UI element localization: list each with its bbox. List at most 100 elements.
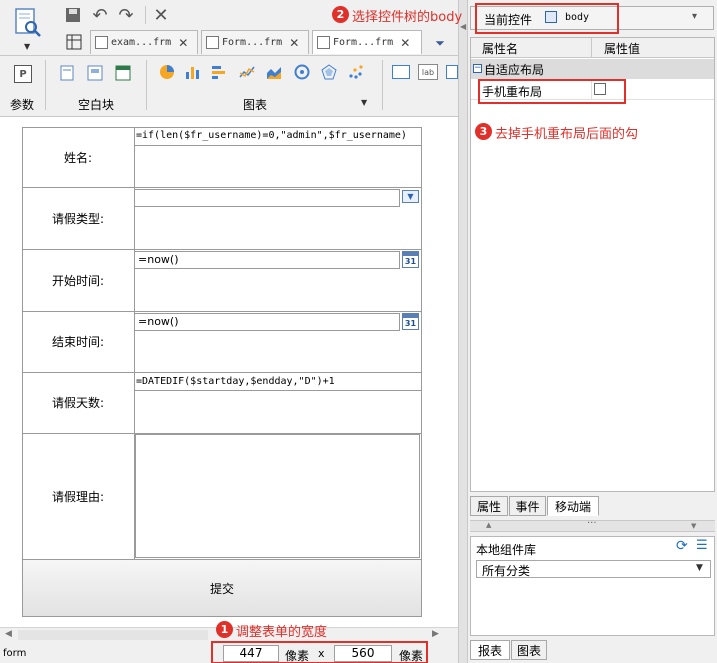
tab-form-active[interactable]: Form...frm ✕: [312, 30, 422, 54]
scroll-thumb[interactable]: [18, 630, 208, 640]
annotation-text-1: 调整表单的宽度: [236, 625, 328, 640]
library-title: 本地组件库: [476, 543, 537, 557]
redo-icon[interactable]: ↷: [116, 5, 136, 26]
column-name-header: 属性名: [482, 42, 519, 56]
chevron-down-icon[interactable]: ▼: [361, 98, 367, 107]
close-icon[interactable]: ✕: [289, 36, 299, 50]
tab-label: exam...frm: [111, 37, 172, 48]
undo-icon[interactable]: ↶: [90, 5, 110, 26]
chevron-down-icon[interactable]: ▼: [24, 42, 30, 51]
annotation-badge-1: 1: [216, 621, 233, 638]
radar-chart-icon[interactable]: [320, 63, 338, 81]
username-formula[interactable]: =if(len($fr_username)=0,"admin",$fr_user…: [136, 129, 420, 144]
expand-up-icon[interactable]: ▲: [486, 521, 491, 529]
line-chart-icon[interactable]: [238, 63, 256, 81]
label-leave-type: 请假类型:: [51, 211, 105, 226]
calendar-icon[interactable]: 31: [402, 313, 419, 330]
file-icon: [95, 36, 108, 49]
column-value-header: 属性值: [604, 42, 641, 56]
property-header: 属性名 属性值: [471, 38, 714, 58]
tab-menu-icon[interactable]: ⏷: [430, 34, 450, 52]
submit-button[interactable]: 提交: [23, 560, 421, 616]
bar-chart-icon[interactable]: [184, 63, 202, 81]
end-time-field[interactable]: =now(): [134, 313, 400, 331]
horizontal-bar-icon[interactable]: [210, 63, 228, 81]
tab-properties[interactable]: 属性: [470, 496, 508, 516]
close-icon[interactable]: ✕: [151, 5, 171, 26]
parameter-pane-icon[interactable]: P: [14, 65, 32, 83]
toolbar-divider: [145, 6, 146, 24]
ribbon-divider: [382, 60, 383, 110]
section-splitter[interactable]: ▲ ··· ▼: [470, 518, 715, 532]
scatter-chart-icon[interactable]: [347, 63, 365, 81]
annotation-box-property: [478, 79, 626, 104]
grip-icon[interactable]: ···: [587, 518, 597, 529]
tab-events[interactable]: 事件: [509, 496, 546, 516]
property-table: [470, 37, 715, 492]
scroll-left-icon[interactable]: ◀: [5, 629, 12, 639]
scroll-right-icon[interactable]: ▶: [432, 629, 439, 639]
ribbon-divider: [146, 60, 147, 110]
ribbon-divider: [45, 60, 46, 110]
annotation-box-current: [475, 3, 619, 34]
header-divider: [591, 38, 592, 58]
section-title: 自适应布局: [484, 63, 545, 77]
tab-chart[interactable]: 图表: [511, 640, 547, 660]
tab-example[interactable]: exam...frm ✕: [90, 30, 198, 54]
file-icon: [206, 36, 219, 49]
tab-label: Form...frm: [222, 37, 283, 48]
preview-button[interactable]: ▼: [8, 6, 48, 52]
tab-mobile[interactable]: 移动端: [547, 496, 599, 516]
new-template-icon[interactable]: [64, 33, 84, 51]
absolute-layout-icon[interactable]: [114, 64, 132, 82]
tab-block-icon[interactable]: [86, 64, 104, 82]
status-mode: form: [3, 648, 27, 659]
panel-splitter[interactable]: ◀: [458, 0, 468, 663]
chevron-down-icon[interactable]: ▼: [696, 563, 703, 573]
blank-block-icon[interactable]: [58, 64, 76, 82]
annotation-badge-3: 3: [475, 123, 492, 140]
close-icon[interactable]: ✕: [400, 36, 410, 50]
chevron-down-icon[interactable]: ▾: [692, 11, 697, 22]
close-icon[interactable]: ✕: [178, 36, 188, 50]
chart-group-label: 图表: [243, 98, 268, 112]
submit-label: 提交: [209, 581, 234, 596]
label-end-time: 结束时间:: [51, 335, 105, 349]
leave-days-formula[interactable]: =DATEDIF($startday,$endday,"D")+1: [136, 375, 420, 389]
annotation-text-3: 去掉手机重布局后面的勾: [495, 127, 639, 142]
label-widget-icon[interactable]: lab: [418, 64, 438, 80]
file-icon: [317, 36, 330, 49]
section-row[interactable]: − 自适应布局: [471, 59, 714, 79]
pie-chart-icon[interactable]: [158, 63, 176, 81]
label-leave-days: 请假天数:: [51, 396, 105, 410]
category-select[interactable]: 所有分类 ▼: [476, 560, 711, 578]
cell-line: [134, 390, 421, 391]
tab-report[interactable]: 报表: [470, 640, 510, 660]
area-chart-icon[interactable]: [265, 63, 283, 81]
param-group-label: 参数: [10, 98, 35, 112]
menu-icon[interactable]: ☰: [696, 538, 708, 553]
tab-label: Form...frm: [333, 37, 394, 48]
label-start-time: 开始时间:: [51, 273, 105, 288]
calendar-icon[interactable]: 31: [402, 251, 419, 268]
tab-form-1[interactable]: Form...frm ✕: [201, 30, 309, 54]
leave-type-combobox[interactable]: [134, 189, 400, 207]
save-icon[interactable]: [63, 5, 83, 25]
annotation-badge-2: 2: [332, 6, 349, 23]
leave-reason-textarea[interactable]: [135, 434, 420, 558]
category-value: 所有分类: [482, 564, 531, 578]
annotation-box-size: [211, 641, 428, 663]
preview-icon: [15, 8, 41, 37]
gauge-chart-icon[interactable]: [293, 63, 311, 81]
blank-group-label: 空白块: [78, 98, 115, 112]
widget-icon[interactable]: [446, 65, 458, 79]
label-leave-reason: 请假理由:: [51, 489, 105, 504]
collapse-icon[interactable]: −: [473, 64, 482, 73]
dropdown-arrow-icon[interactable]: ▼: [402, 190, 419, 203]
expand-down-icon[interactable]: ▼: [691, 522, 696, 530]
start-time-field[interactable]: =now(): [134, 251, 400, 269]
cell-line: [134, 145, 421, 146]
textbox-widget-icon[interactable]: [392, 65, 410, 79]
refresh-icon[interactable]: ⟳: [676, 538, 688, 554]
label-name: 姓名:: [63, 150, 93, 165]
